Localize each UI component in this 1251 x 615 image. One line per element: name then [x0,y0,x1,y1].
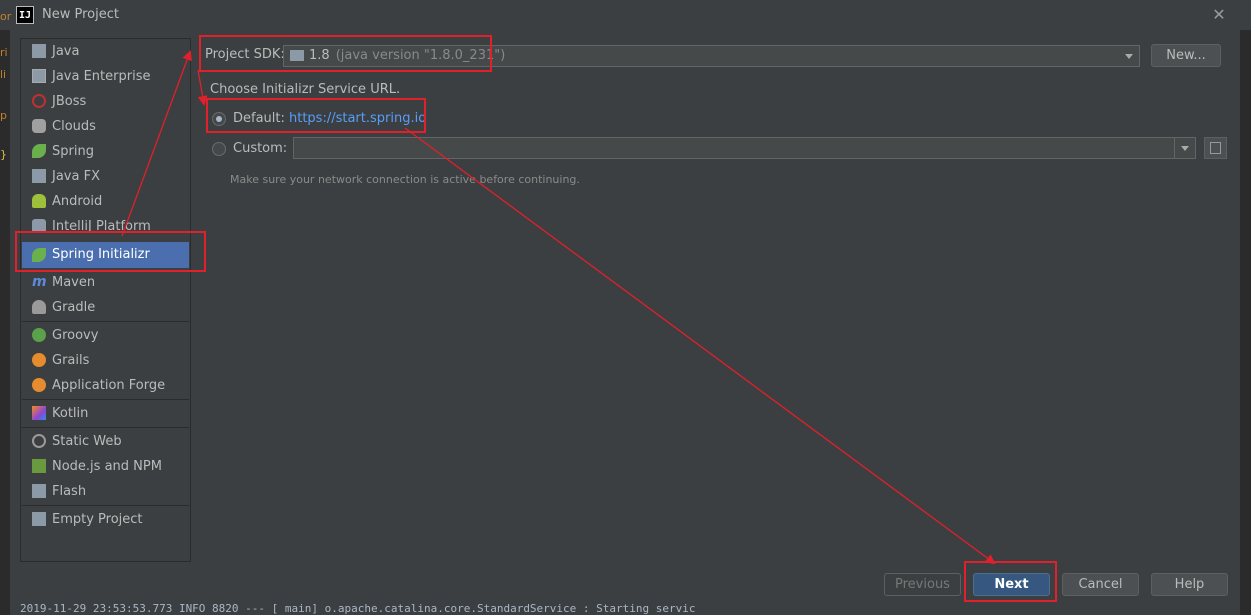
annotation-arrows [121,50,996,565]
arrow-to-url [197,69,208,106]
arrow-to-next [404,127,996,565]
arrow-to-sdk [121,50,192,237]
